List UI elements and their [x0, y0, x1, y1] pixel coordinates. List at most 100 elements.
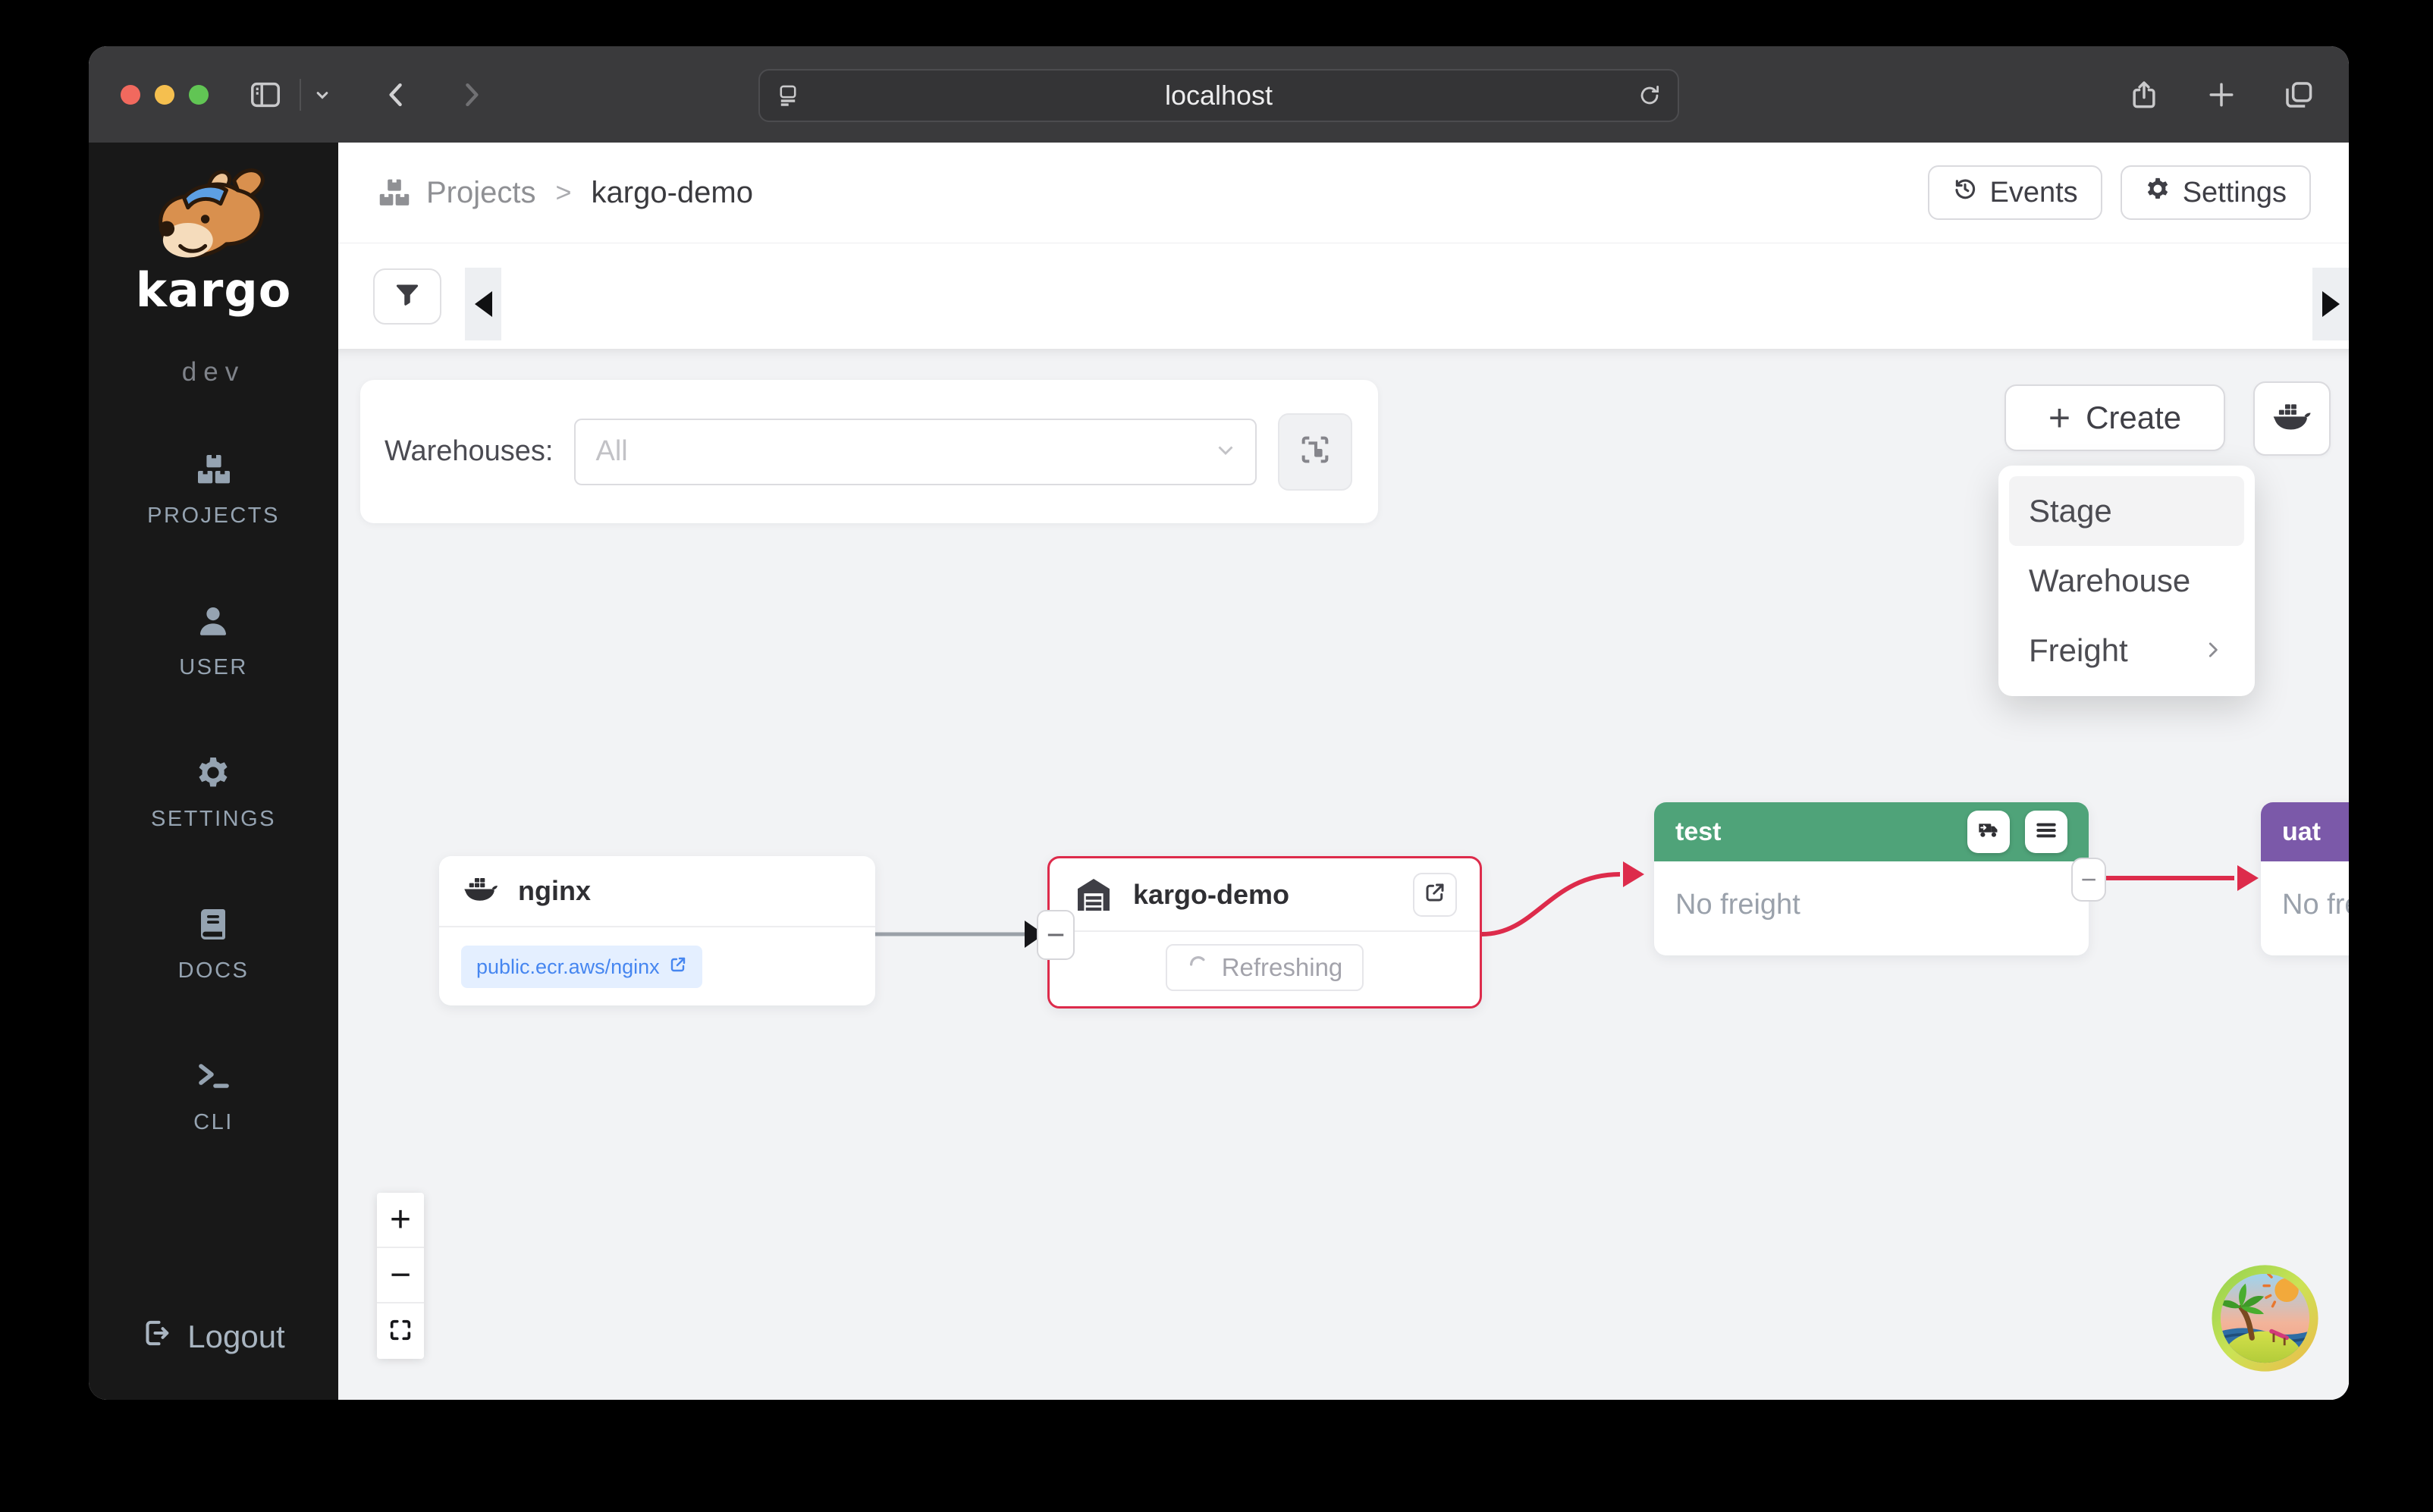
fit-view-button[interactable]	[377, 1303, 424, 1359]
stage-freight-status: No freight	[2261, 861, 2349, 921]
logout-icon	[142, 1318, 172, 1356]
node-title: kargo-demo	[1133, 879, 1289, 911]
window-controls	[121, 85, 209, 105]
node-stage-test[interactable]: test	[1654, 802, 2089, 955]
repo-link[interactable]: public.ecr.aws/nginx	[461, 946, 702, 988]
funnel-icon	[394, 281, 421, 312]
node-header: kargo-demo	[1050, 858, 1480, 932]
sidebar-item-label: PROJECTS	[147, 503, 280, 529]
external-link-icon	[1424, 881, 1446, 908]
url-text: localhost	[1165, 80, 1273, 111]
hide-images-button[interactable]	[1278, 413, 1352, 491]
refreshing-status-button[interactable]: Refreshing	[1166, 944, 1364, 991]
breadcrumb: Projects > kargo-demo	[378, 176, 753, 210]
node-kargo-demo-warehouse[interactable]: kargo-demo	[1047, 856, 1482, 1009]
open-warehouse-button[interactable]	[1413, 873, 1457, 917]
pipeline-canvas[interactable]: Warehouses: All	[338, 349, 2349, 1400]
island-theme-badge[interactable]	[2211, 1264, 2319, 1372]
boxes-icon	[378, 176, 411, 209]
back-button[interactable]	[380, 78, 413, 111]
page-header: Projects > kargo-demo Events	[338, 143, 2349, 243]
minimize-button[interactable]	[155, 85, 174, 105]
chevron-down-icon[interactable]	[312, 84, 333, 105]
toolbar-right-actions	[2127, 46, 2315, 143]
sidebar-toggle-icon[interactable]	[248, 77, 283, 112]
minus-glyph: −	[2080, 864, 2096, 896]
maximize-button[interactable]	[189, 85, 209, 105]
warehouses-select[interactable]: All	[574, 419, 1257, 485]
promote-freight-button[interactable]	[1967, 811, 2010, 853]
warehouses-filter-card: Warehouses: All	[360, 380, 1378, 523]
stage-menu-button[interactable]	[2025, 811, 2067, 853]
breadcrumb-separator: >	[556, 177, 572, 209]
hamburger-menu-icon	[2034, 818, 2058, 846]
tab-overview-icon[interactable]	[2282, 78, 2315, 111]
node-stage-uat[interactable]: uat No freight	[2261, 802, 2349, 955]
gear-icon	[195, 754, 231, 795]
node-title: nginx	[518, 875, 591, 907]
kargo-wordmark: kargo	[136, 262, 292, 318]
sidebar-item-label: SETTINGS	[151, 807, 276, 832]
fullscreen-icon	[388, 1310, 413, 1352]
canvas-zoom-controls: + −	[377, 1193, 424, 1359]
menu-item-stage[interactable]: Stage	[2009, 476, 2244, 546]
browser-toolbar: localhost	[89, 46, 2349, 143]
minus-glyph: −	[390, 1254, 411, 1296]
stage-title: test	[1675, 817, 1721, 847]
create-dropdown-menu: Stage Warehouse Freight	[1998, 466, 2255, 696]
zoom-in-button[interactable]: +	[377, 1193, 424, 1248]
sidebar-nav: PROJECTS USER SETTINGS	[147, 451, 280, 1135]
forward-button[interactable]	[454, 78, 488, 111]
sidebar-item-cli[interactable]: CLI	[193, 1058, 234, 1135]
project-settings-button[interactable]: Settings	[2121, 165, 2311, 220]
breadcrumb-current-project: kargo-demo	[592, 176, 753, 210]
breadcrumb-projects[interactable]: Projects	[426, 176, 536, 210]
book-icon	[195, 906, 231, 946]
sidebar-item-label: USER	[179, 655, 248, 680]
scroll-left-button[interactable]	[465, 268, 501, 340]
events-button[interactable]: Events	[1928, 165, 2102, 220]
main-content: Projects > kargo-demo Events	[338, 143, 2349, 1400]
menu-item-warehouse[interactable]: Warehouse	[2009, 546, 2244, 616]
stamp-image-icon	[1298, 432, 1333, 471]
logout-button[interactable]: Logout	[142, 1318, 284, 1356]
plus-glyph: +	[390, 1199, 411, 1241]
settings-label: Settings	[2183, 177, 2287, 209]
sidebar-item-projects[interactable]: PROJECTS	[147, 451, 280, 529]
node-nginx-image[interactable]: nginx public.ecr.aws/nginx	[439, 856, 875, 1005]
refresh-icon[interactable]	[1637, 83, 1662, 108]
events-label: Events	[1990, 177, 2078, 209]
boxes-icon	[196, 451, 232, 491]
toolbar-divider	[300, 79, 301, 111]
docker-images-button[interactable]	[2253, 381, 2331, 456]
scroll-right-button[interactable]	[2312, 268, 2349, 340]
create-label: Create	[2086, 400, 2181, 436]
filter-button[interactable]	[373, 268, 441, 325]
zoom-out-button[interactable]: −	[377, 1248, 424, 1303]
stage-header: uat	[2261, 802, 2349, 861]
warehouses-select-value: All	[595, 435, 627, 468]
truck-icon	[1976, 818, 2001, 846]
close-button[interactable]	[121, 85, 140, 105]
plus-icon: +	[2048, 399, 2070, 437]
sidebar-item-label: CLI	[193, 1110, 234, 1135]
address-bar[interactable]: localhost	[758, 69, 1679, 122]
new-tab-icon[interactable]	[2205, 78, 2238, 111]
collapse-edge-button[interactable]: −	[1037, 910, 1075, 960]
warehouse-icon	[1072, 874, 1115, 916]
sidebar-item-docs[interactable]: DOCS	[178, 906, 250, 983]
collapse-edge-button[interactable]: −	[2071, 858, 2106, 902]
docker-whale-icon	[2271, 401, 2313, 437]
triangle-left-icon	[475, 291, 492, 317]
create-button[interactable]: + Create	[2004, 384, 2225, 451]
reader-icon[interactable]	[775, 83, 801, 108]
node-body: Refreshing	[1050, 932, 1480, 991]
stage-header: test	[1654, 802, 2089, 861]
sidebar-item-user[interactable]: USER	[179, 603, 248, 680]
menu-item-freight[interactable]: Freight	[2009, 616, 2244, 685]
share-icon[interactable]	[2127, 78, 2161, 111]
sidebar-item-settings[interactable]: SETTINGS	[151, 754, 276, 832]
chevron-down-icon	[1213, 437, 1238, 466]
minus-glyph: −	[1047, 917, 1066, 953]
sidebar-item-label: DOCS	[178, 958, 250, 983]
